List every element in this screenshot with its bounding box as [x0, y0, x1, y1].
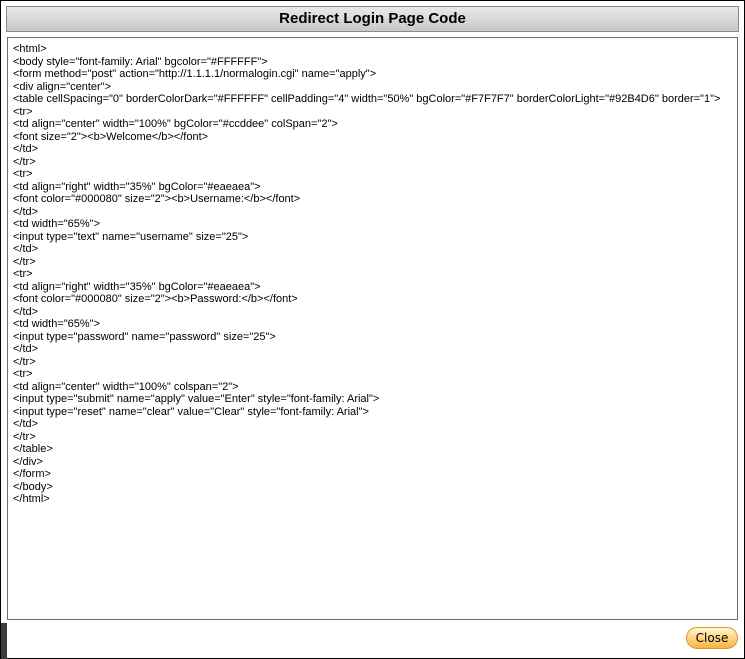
code-line: <tr> — [13, 268, 33, 280]
code-line: <font color="#000080" size="2"><b>Passwo… — [13, 293, 298, 305]
code-line: <table cellSpacing="0" borderColorDark="… — [13, 93, 721, 105]
code-line: <td align="right" width="35%" bgColor="#… — [13, 280, 261, 293]
code-line: <tr> — [13, 105, 33, 118]
dialog-title: Redirect Login Page Code — [6, 6, 739, 32]
code-line: </td> — [13, 418, 39, 430]
code-line: <font color="#000080" size="2"><b>Userna… — [13, 193, 301, 205]
code-line: <td width="65%"> — [13, 218, 101, 230]
code-line: </html> — [13, 493, 50, 505]
code-line: <font size="2"><b>Welcome</b></font> — [13, 130, 209, 143]
code-line: </div> — [13, 455, 43, 468]
close-button[interactable]: Close — [686, 627, 738, 649]
code-line: </td> — [13, 143, 39, 155]
code-line: </form> — [13, 468, 51, 480]
redirect-code-dialog: Redirect Login Page Code <html> <body sty… — [0, 0, 745, 659]
code-line: <td align="center" width="100%" colspan=… — [13, 380, 239, 393]
code-line: <input type="password" name="password" s… — [13, 330, 276, 343]
code-line: <body style="font-family: Arial" bgcolor… — [13, 55, 268, 68]
left-edge-bar — [1, 623, 7, 659]
code-line: <html> — [13, 43, 47, 55]
code-line: </td> — [13, 205, 39, 218]
code-line: <td width="65%"> — [13, 318, 101, 330]
code-line: </table> — [13, 443, 53, 455]
code-text-area[interactable]: <html> <body style="font-family: Arial" b… — [7, 37, 738, 620]
code-line: </td> — [13, 243, 39, 255]
code-line: <td align="center" width="100%" bgColor=… — [13, 118, 338, 130]
code-line: </tr> — [13, 255, 36, 268]
code-line: </tr> — [13, 430, 36, 443]
code-line: </tr> — [13, 155, 36, 168]
code-line: <td align="right" width="35%" bgColor="#… — [13, 180, 261, 193]
code-line: <div align="center"> — [13, 80, 112, 93]
code-line: <tr> — [13, 368, 33, 380]
code-line: </td> — [13, 343, 39, 355]
code-line: </td> — [13, 305, 39, 318]
code-line: <tr> — [13, 168, 33, 180]
code-line: </body> — [13, 480, 53, 493]
code-line: <input type="text" name="username" size=… — [13, 230, 249, 243]
code-line: <input type="submit" name="apply" value=… — [13, 393, 380, 405]
code-line: <input type="reset" name="clear" value="… — [13, 405, 369, 418]
code-line: </tr> — [13, 355, 36, 368]
code-line: <form method="post" action="http://1.1.1… — [13, 68, 377, 80]
